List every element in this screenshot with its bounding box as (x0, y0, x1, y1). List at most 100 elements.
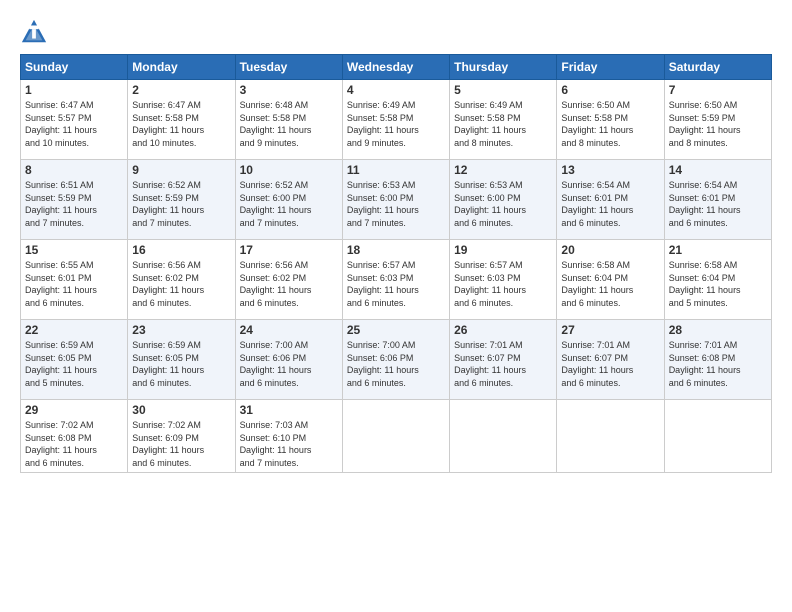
cell-info: Sunrise: 6:53 AMSunset: 6:00 PMDaylight:… (347, 179, 445, 229)
cell-info: Sunrise: 6:54 AMSunset: 6:01 PMDaylight:… (669, 179, 767, 229)
day-number: 21 (669, 243, 767, 257)
day-number: 6 (561, 83, 659, 97)
calendar-cell: 22 Sunrise: 6:59 AMSunset: 6:05 PMDayligh… (21, 320, 128, 400)
day-number: 12 (454, 163, 552, 177)
calendar-cell: 3 Sunrise: 6:48 AMSunset: 5:58 PMDaylight… (235, 80, 342, 160)
day-number: 23 (132, 323, 230, 337)
day-number: 28 (669, 323, 767, 337)
calendar-cell: 27 Sunrise: 7:01 AMSunset: 6:07 PMDayligh… (557, 320, 664, 400)
cell-info: Sunrise: 7:02 AMSunset: 6:08 PMDaylight:… (25, 419, 123, 469)
calendar-cell (342, 400, 449, 473)
cell-info: Sunrise: 7:03 AMSunset: 6:10 PMDaylight:… (240, 419, 338, 469)
calendar-cell: 11 Sunrise: 6:53 AMSunset: 6:00 PMDayligh… (342, 160, 449, 240)
cell-info: Sunrise: 6:49 AMSunset: 5:58 PMDaylight:… (454, 99, 552, 149)
calendar-cell: 18Sunrise: 6:57 AMSunset: 6:03 PMDayligh… (342, 240, 449, 320)
weekday-sunday: Sunday (21, 55, 128, 80)
cell-info: Sunrise: 6:49 AMSunset: 5:58 PMDaylight:… (347, 99, 445, 149)
calendar-cell: 31Sunrise: 7:03 AMSunset: 6:10 PMDayligh… (235, 400, 342, 473)
cell-info: Sunrise: 7:01 AMSunset: 6:07 PMDaylight:… (454, 339, 552, 389)
cell-info: Sunrise: 6:58 AMSunset: 6:04 PMDaylight:… (561, 259, 659, 309)
day-number: 20 (561, 243, 659, 257)
cell-info: Sunrise: 6:56 AMSunset: 6:02 PMDaylight:… (240, 259, 338, 309)
calendar-cell: 28 Sunrise: 7:01 AMSunset: 6:08 PMDayligh… (664, 320, 771, 400)
cell-info: Sunrise: 6:59 AMSunset: 6:05 PMDaylight:… (25, 339, 123, 389)
day-number: 29 (25, 403, 123, 417)
day-number: 30 (132, 403, 230, 417)
calendar-week-3: 15Sunrise: 6:55 AMSunset: 6:01 PMDayligh… (21, 240, 772, 320)
calendar-cell: 13Sunrise: 6:54 AMSunset: 6:01 PMDayligh… (557, 160, 664, 240)
calendar-cell: 4 Sunrise: 6:49 AMSunset: 5:58 PMDaylight… (342, 80, 449, 160)
calendar-table: SundayMondayTuesdayWednesdayThursdayFrid… (20, 54, 772, 473)
calendar-cell: 29 Sunrise: 7:02 AMSunset: 6:08 PMDayligh… (21, 400, 128, 473)
day-number: 26 (454, 323, 552, 337)
calendar-cell: 2 Sunrise: 6:47 AMSunset: 5:58 PMDaylight… (128, 80, 235, 160)
day-number: 11 (347, 163, 445, 177)
cell-info: Sunrise: 6:51 AMSunset: 5:59 PMDaylight:… (25, 179, 123, 229)
calendar-cell: 24 Sunrise: 7:00 AMSunset: 6:06 PMDayligh… (235, 320, 342, 400)
day-number: 14 (669, 163, 767, 177)
calendar-cell: 26 Sunrise: 7:01 AMSunset: 6:07 PMDayligh… (450, 320, 557, 400)
weekday-wednesday: Wednesday (342, 55, 449, 80)
logo (20, 18, 52, 46)
calendar-cell: 21Sunrise: 6:58 AMSunset: 6:04 PMDayligh… (664, 240, 771, 320)
day-number: 5 (454, 83, 552, 97)
day-number: 22 (25, 323, 123, 337)
day-number: 3 (240, 83, 338, 97)
cell-info: Sunrise: 7:02 AMSunset: 6:09 PMDaylight:… (132, 419, 230, 469)
cell-info: Sunrise: 6:53 AMSunset: 6:00 PMDaylight:… (454, 179, 552, 229)
day-number: 8 (25, 163, 123, 177)
calendar-cell: 10Sunrise: 6:52 AMSunset: 6:00 PMDayligh… (235, 160, 342, 240)
calendar-week-4: 22 Sunrise: 6:59 AMSunset: 6:05 PMDayligh… (21, 320, 772, 400)
calendar-cell: 9 Sunrise: 6:52 AMSunset: 5:59 PMDaylight… (128, 160, 235, 240)
page: SundayMondayTuesdayWednesdayThursdayFrid… (0, 0, 792, 612)
calendar-cell (557, 400, 664, 473)
day-number: 2 (132, 83, 230, 97)
calendar-cell: 17 Sunrise: 6:56 AMSunset: 6:02 PMDayligh… (235, 240, 342, 320)
day-number: 17 (240, 243, 338, 257)
calendar-cell: 15Sunrise: 6:55 AMSunset: 6:01 PMDayligh… (21, 240, 128, 320)
weekday-friday: Friday (557, 55, 664, 80)
calendar-cell: 1 Sunrise: 6:47 AMSunset: 5:57 PMDaylight… (21, 80, 128, 160)
calendar-cell: 14 Sunrise: 6:54 AMSunset: 6:01 PMDayligh… (664, 160, 771, 240)
day-number: 10 (240, 163, 338, 177)
calendar-cell (450, 400, 557, 473)
calendar-week-2: 8 Sunrise: 6:51 AMSunset: 5:59 PMDaylight… (21, 160, 772, 240)
calendar-cell: 20 Sunrise: 6:58 AMSunset: 6:04 PMDayligh… (557, 240, 664, 320)
cell-info: Sunrise: 6:57 AMSunset: 6:03 PMDaylight:… (454, 259, 552, 309)
weekday-thursday: Thursday (450, 55, 557, 80)
calendar-week-5: 29 Sunrise: 7:02 AMSunset: 6:08 PMDayligh… (21, 400, 772, 473)
cell-info: Sunrise: 7:00 AMSunset: 6:06 PMDaylight:… (347, 339, 445, 389)
logo-icon (20, 18, 48, 46)
cell-info: Sunrise: 7:00 AMSunset: 6:06 PMDaylight:… (240, 339, 338, 389)
day-number: 7 (669, 83, 767, 97)
day-number: 27 (561, 323, 659, 337)
day-number: 9 (132, 163, 230, 177)
cell-info: Sunrise: 7:01 AMSunset: 6:08 PMDaylight:… (669, 339, 767, 389)
weekday-tuesday: Tuesday (235, 55, 342, 80)
day-number: 4 (347, 83, 445, 97)
calendar-cell: 6 Sunrise: 6:50 AMSunset: 5:58 PMDaylight… (557, 80, 664, 160)
header (20, 18, 772, 46)
cell-info: Sunrise: 6:48 AMSunset: 5:58 PMDaylight:… (240, 99, 338, 149)
day-number: 25 (347, 323, 445, 337)
cell-info: Sunrise: 6:59 AMSunset: 6:05 PMDaylight:… (132, 339, 230, 389)
day-number: 19 (454, 243, 552, 257)
calendar-cell: 12 Sunrise: 6:53 AMSunset: 6:00 PMDayligh… (450, 160, 557, 240)
cell-info: Sunrise: 6:47 AMSunset: 5:57 PMDaylight:… (25, 99, 123, 149)
cell-info: Sunrise: 6:50 AMSunset: 5:58 PMDaylight:… (561, 99, 659, 149)
cell-info: Sunrise: 7:01 AMSunset: 6:07 PMDaylight:… (561, 339, 659, 389)
cell-info: Sunrise: 6:47 AMSunset: 5:58 PMDaylight:… (132, 99, 230, 149)
calendar-cell: 7 Sunrise: 6:50 AMSunset: 5:59 PMDaylight… (664, 80, 771, 160)
day-number: 24 (240, 323, 338, 337)
calendar-cell: 25 Sunrise: 7:00 AMSunset: 6:06 PMDayligh… (342, 320, 449, 400)
cell-info: Sunrise: 6:54 AMSunset: 6:01 PMDaylight:… (561, 179, 659, 229)
day-number: 18 (347, 243, 445, 257)
cell-info: Sunrise: 6:56 AMSunset: 6:02 PMDaylight:… (132, 259, 230, 309)
weekday-header-row: SundayMondayTuesdayWednesdayThursdayFrid… (21, 55, 772, 80)
cell-info: Sunrise: 6:52 AMSunset: 5:59 PMDaylight:… (132, 179, 230, 229)
calendar-week-1: 1 Sunrise: 6:47 AMSunset: 5:57 PMDaylight… (21, 80, 772, 160)
calendar-cell: 19 Sunrise: 6:57 AMSunset: 6:03 PMDayligh… (450, 240, 557, 320)
weekday-saturday: Saturday (664, 55, 771, 80)
day-number: 1 (25, 83, 123, 97)
cell-info: Sunrise: 6:50 AMSunset: 5:59 PMDaylight:… (669, 99, 767, 149)
